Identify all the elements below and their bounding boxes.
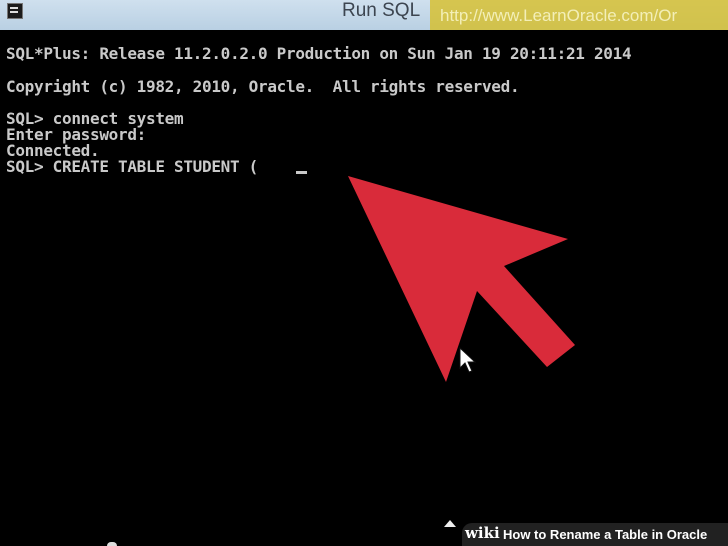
article-caption: How to Rename a Table in Oracle xyxy=(503,527,708,542)
bottom-edge-mark xyxy=(107,542,117,546)
scroll-up-caret-icon xyxy=(444,520,456,527)
red-arrow-annotation xyxy=(348,176,575,382)
mouse-pointer-icon xyxy=(459,346,477,373)
wiki-logo: wiki xyxy=(465,524,500,542)
